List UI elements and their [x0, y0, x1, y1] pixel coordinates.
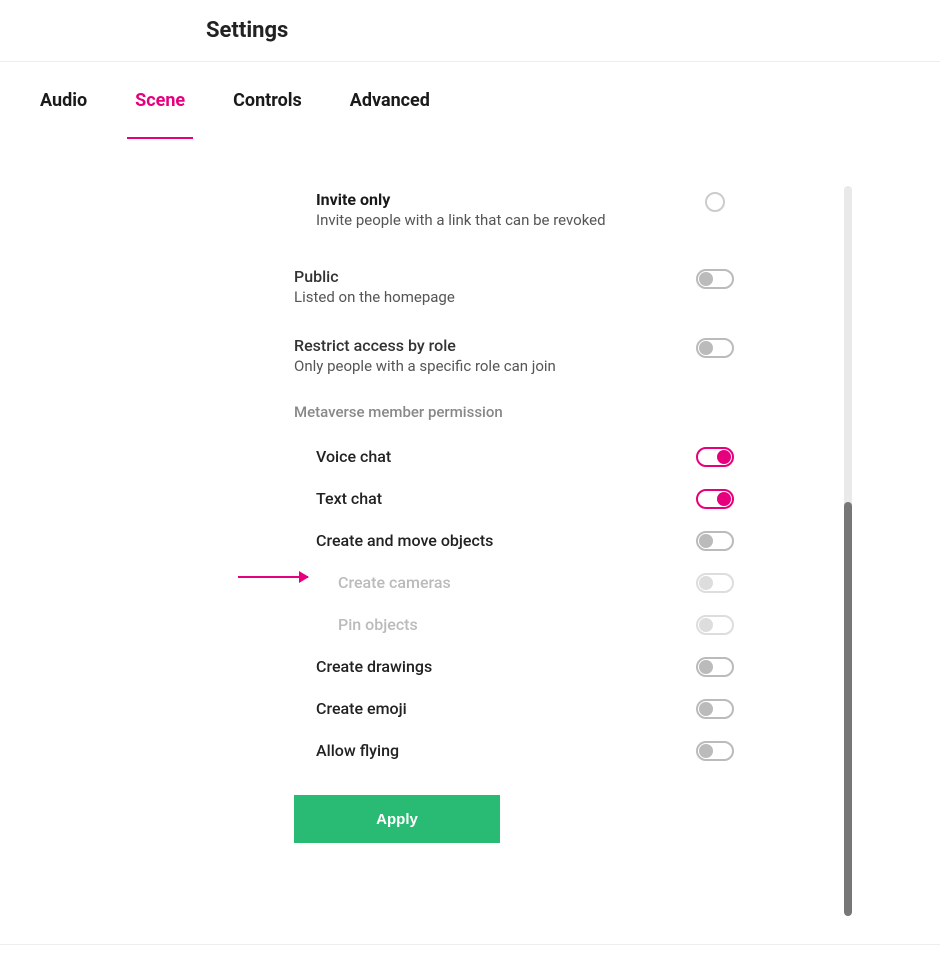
scrollbar-thumb[interactable]: [844, 502, 852, 916]
restrict-role-title: Restrict access by role: [294, 336, 670, 355]
perm-pin-objects: Pin objects: [294, 603, 740, 645]
perm-allow-flying-label: Allow flying: [294, 741, 399, 760]
perm-create-drawings-label: Create drawings: [294, 657, 432, 676]
content-area: Invite only Invite people with a link th…: [0, 140, 940, 900]
restrict-role-desc: Only people with a specific role can joi…: [294, 357, 670, 375]
perm-create-emoji: Create emoji: [294, 687, 740, 729]
perm-allow-flying-toggle[interactable]: [696, 741, 734, 761]
perm-create-drawings-toggle[interactable]: [696, 657, 734, 677]
invite-only-radio[interactable]: [705, 192, 725, 212]
perm-text-chat: Text chat: [294, 477, 740, 519]
perm-pin-objects-label: Pin objects: [294, 615, 418, 634]
apply-button[interactable]: Apply: [294, 795, 500, 843]
perm-create-move-objects-label: Create and move objects: [294, 531, 493, 550]
perm-create-move-objects-toggle[interactable]: [696, 531, 734, 551]
permission-section-label: Metaverse member permission: [294, 385, 740, 435]
perm-voice-chat: Voice chat: [294, 435, 740, 477]
invite-only-title: Invite only: [316, 190, 670, 209]
perm-allow-flying: Allow flying: [294, 729, 740, 771]
public-desc: Listed on the homepage: [294, 288, 670, 306]
bottom-divider: [0, 944, 940, 945]
perm-text-chat-label: Text chat: [294, 489, 382, 508]
tab-audio[interactable]: Audio: [40, 90, 87, 139]
option-public: Public Listed on the homepage: [294, 257, 740, 316]
perm-voice-chat-label: Voice chat: [294, 447, 391, 466]
perm-create-cameras-toggle: [696, 573, 734, 593]
perm-text-chat-toggle[interactable]: [696, 489, 734, 509]
perm-create-cameras: Create cameras: [294, 561, 740, 603]
perm-create-emoji-label: Create emoji: [294, 699, 407, 718]
annotation-arrow-icon: [238, 576, 308, 578]
option-restrict-role: Restrict access by role Only people with…: [294, 326, 740, 385]
perm-voice-chat-toggle[interactable]: [696, 447, 734, 467]
option-invite-only: Invite only Invite people with a link th…: [294, 180, 740, 239]
settings-header: Settings: [0, 0, 940, 62]
perm-create-cameras-label: Create cameras: [294, 573, 451, 592]
public-toggle[interactable]: [696, 269, 734, 289]
perm-create-drawings: Create drawings: [294, 645, 740, 687]
scroll-area: Invite only Invite people with a link th…: [0, 140, 840, 900]
restrict-role-toggle[interactable]: [696, 338, 734, 358]
invite-only-desc: Invite people with a link that can be re…: [316, 211, 670, 229]
perm-create-emoji-toggle[interactable]: [696, 699, 734, 719]
perm-pin-objects-toggle: [696, 615, 734, 635]
scrollbar-track[interactable]: [844, 186, 852, 916]
tab-controls[interactable]: Controls: [233, 90, 302, 139]
tab-scene[interactable]: Scene: [135, 90, 185, 139]
public-title: Public: [294, 267, 670, 286]
tab-advanced[interactable]: Advanced: [350, 90, 430, 139]
tabs-bar: Audio Scene Controls Advanced: [0, 62, 940, 140]
page-title: Settings: [206, 18, 940, 43]
perm-create-move-objects: Create and move objects: [294, 519, 740, 561]
